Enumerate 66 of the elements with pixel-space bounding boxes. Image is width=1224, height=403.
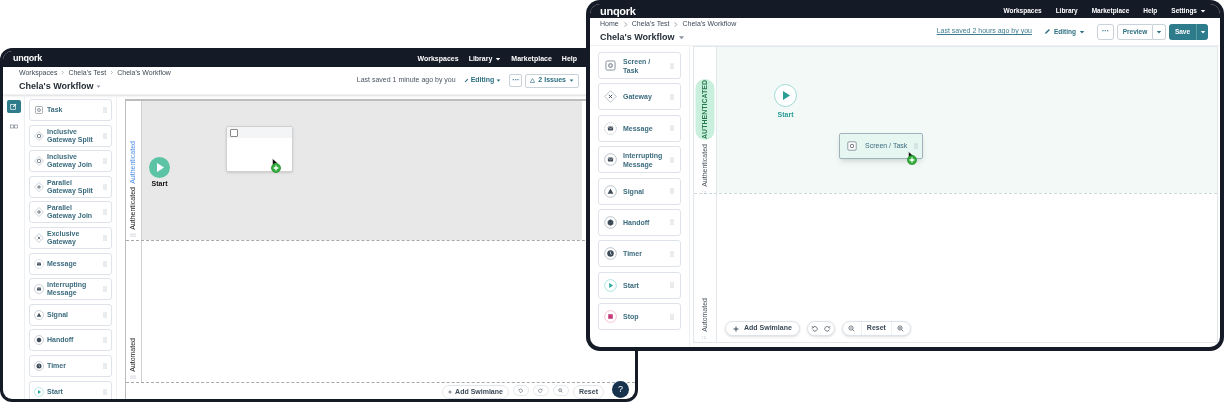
clock-icon <box>34 360 44 371</box>
logo[interactable]: unqork <box>600 4 636 20</box>
diamond-circle-icon <box>34 130 44 141</box>
zoom-out-button[interactable] <box>552 385 569 396</box>
stop-icon <box>604 310 617 324</box>
workflow-title: Chela's Workflow <box>600 30 675 44</box>
caret-icon <box>1200 8 1206 14</box>
zoom-in-icon <box>897 325 905 332</box>
diamond-plus-icon <box>34 207 44 218</box>
undo-icon <box>810 325 818 332</box>
diamond-x-icon <box>34 232 44 243</box>
caret-icon <box>1079 28 1085 35</box>
square-icon <box>604 59 617 72</box>
redo-icon <box>538 388 544 393</box>
logo[interactable]: unqork <box>13 52 43 66</box>
zoom-out-icon <box>848 325 856 332</box>
pencil-icon <box>1043 28 1051 35</box>
warning-icon <box>530 78 536 83</box>
plus-icon <box>448 390 453 394</box>
pencil-icon <box>463 78 469 83</box>
caret-icon <box>569 78 574 83</box>
preview-dropdown-button[interactable] <box>1153 23 1166 40</box>
redo-button[interactable] <box>532 385 549 396</box>
task-node[interactable] <box>226 126 293 172</box>
plus-icon <box>733 325 739 332</box>
play-icon <box>604 278 617 292</box>
square-icon <box>230 128 238 137</box>
envelope-icon <box>34 258 44 269</box>
grip-icon <box>702 336 708 339</box>
square-icon <box>34 105 44 115</box>
play-icon <box>34 386 44 397</box>
rail-button[interactable] <box>6 100 21 113</box>
components-icon <box>9 124 18 129</box>
chevron-right-icon <box>109 70 115 76</box>
caret-icon <box>95 84 101 90</box>
square-icon <box>846 140 858 152</box>
save-dropdown-button[interactable] <box>1196 23 1208 40</box>
caret-icon <box>1199 28 1206 35</box>
undo-button[interactable] <box>512 385 529 396</box>
chevron-right-icon <box>60 70 66 76</box>
caret-icon <box>1156 28 1162 35</box>
add-badge-icon <box>271 163 281 173</box>
workflow-title: Chela's Workflow <box>19 80 94 93</box>
envelope-icon <box>604 121 617 135</box>
start-event-icon[interactable] <box>774 84 797 107</box>
grip-icon <box>702 190 708 194</box>
caret-icon <box>496 78 502 83</box>
redo-icon <box>823 325 831 332</box>
caret-icon <box>677 33 685 41</box>
edit-icon <box>10 103 17 110</box>
diamond-x-icon <box>604 90 617 104</box>
help-button[interactable]: ? <box>612 381 629 398</box>
clock-icon <box>604 247 617 261</box>
triangle-icon <box>34 309 44 320</box>
envelope-icon <box>604 153 617 167</box>
zoom-out-icon <box>558 388 564 393</box>
add-badge-icon <box>907 155 917 165</box>
diamond-plus-icon <box>34 181 44 192</box>
chevron-right-icon <box>621 20 629 28</box>
start-event-icon[interactable] <box>149 157 170 178</box>
envelope-icon <box>34 284 44 295</box>
caret-icon <box>495 56 502 62</box>
diamond-circle-icon <box>34 156 44 167</box>
chevron-right-icon <box>672 20 680 28</box>
hexagon-icon <box>34 335 44 346</box>
undo-icon <box>518 388 524 393</box>
